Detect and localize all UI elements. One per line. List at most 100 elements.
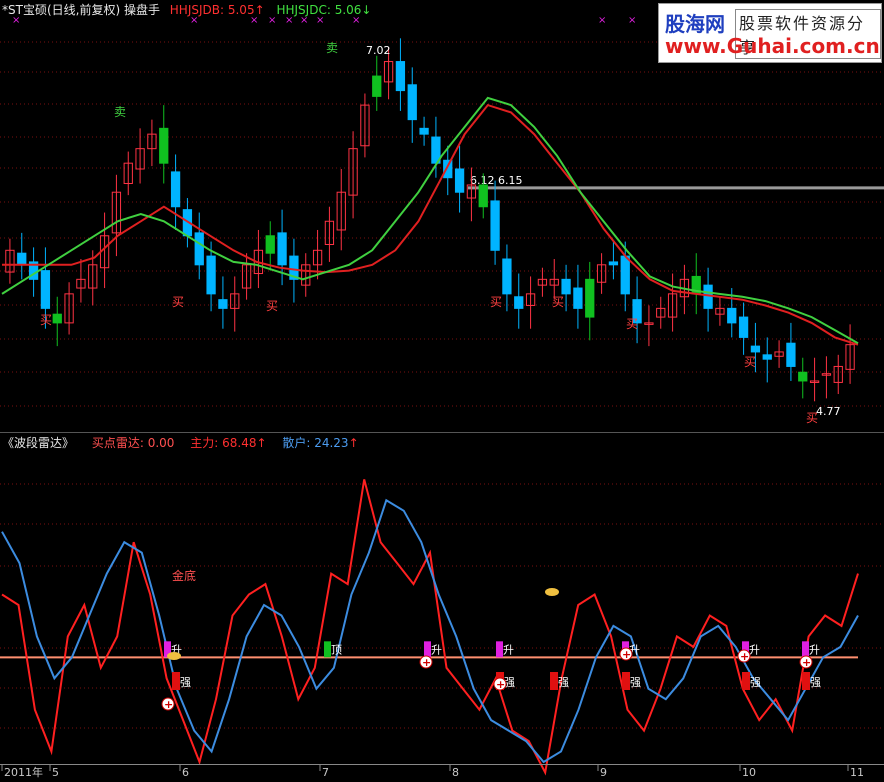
x-tick-label: 8 <box>452 766 459 778</box>
grid-lines <box>0 41 884 729</box>
strong-label: 强 <box>750 676 761 689</box>
ind2-arrow: ↓ <box>361 3 372 17</box>
retail-arrow: ↑ <box>348 436 359 450</box>
buy-mark: 买 <box>552 295 564 309</box>
retail-line <box>1 498 859 764</box>
strong-bar <box>172 672 180 690</box>
x-marker: × <box>628 15 636 26</box>
rise-label: 升 <box>749 643 760 656</box>
candle-body <box>372 75 382 97</box>
high-label: 7.02 <box>366 44 391 57</box>
rise-label: 升 <box>431 643 442 656</box>
x-tick-label: 10 <box>742 766 756 778</box>
candle-body <box>407 84 417 121</box>
top-header: *ST宝硕(日线,前复权) 操盘手 HHJSJDB: 5.05↑ HHJSJDC… <box>2 1 371 18</box>
candle-body <box>750 345 761 353</box>
buy-mark: 买 <box>172 295 184 309</box>
chart-svg: 6.12 6.15 卖卖买买买买买买买买7.024.77× × × × × × × × × × 金… <box>0 15 884 779</box>
panel-title: 《波段雷达》 <box>2 436 75 450</box>
candle-body <box>573 287 583 309</box>
main-force-arrow: ↑ <box>256 436 267 450</box>
x-tick-label: 7 <box>322 766 329 778</box>
plus-icon: + <box>496 678 505 691</box>
strong-label: 强 <box>558 676 569 689</box>
buy-mark: 买 <box>744 355 756 369</box>
candle-body <box>762 354 772 360</box>
buy-mark: 买 <box>40 313 52 327</box>
candle-body <box>478 184 488 208</box>
gold-ingot-icon <box>545 588 559 596</box>
low-label: 4.77 <box>816 405 841 418</box>
main-force-label: 主力: 68.48 <box>190 436 257 450</box>
candle-body <box>218 299 228 309</box>
strong-label: 强 <box>180 676 191 689</box>
plus-icon: + <box>422 656 431 669</box>
rise-label: 升 <box>809 643 820 656</box>
moving-averages <box>1 96 859 346</box>
plus-icon: + <box>802 656 811 669</box>
chart-stage: 6.12 6.15 卖卖买买买买买买买买 7.02 4.77 × × × × × × × × × × 金… <box>0 0 884 779</box>
candle-body <box>454 168 465 193</box>
strong-bar <box>802 672 810 690</box>
candle-body <box>265 235 275 254</box>
buy-radar-label: 买点雷达: 0.00 <box>91 436 175 450</box>
buy-mark: 买 <box>490 295 502 309</box>
bottom-header: 《波段雷达》 买点雷达: 0.00 主力: 68.48↑ 散户: 24.23↑ <box>2 434 359 451</box>
candle-body <box>620 255 630 295</box>
candle-body <box>490 200 500 251</box>
buy-mark: 买 <box>266 299 278 313</box>
sell-mark: 卖 <box>114 105 126 119</box>
candle-body <box>40 270 51 309</box>
oscillator-lines <box>0 479 859 776</box>
strong-label: 强 <box>630 676 641 689</box>
signal-bar <box>802 641 809 658</box>
candle-body <box>727 307 737 324</box>
strong-label: 强 <box>810 676 821 689</box>
watermark-logo: 股海网 <box>665 12 725 36</box>
x-tick-label: 11 <box>850 766 864 778</box>
plus-icon: + <box>164 698 173 711</box>
candle-body <box>277 232 287 266</box>
candle-body <box>17 252 27 266</box>
rise-label: 升 <box>503 643 514 656</box>
candle-body <box>419 127 429 135</box>
x-tick-label: 5 <box>52 766 59 778</box>
ind2-label: HHJSJDC: 5.06 <box>276 3 362 17</box>
candle-body <box>738 316 749 338</box>
candle-body <box>395 61 406 92</box>
candle-body <box>170 171 181 208</box>
candle-body <box>206 255 216 295</box>
oscillator-marks: 金底升顶升升升升升强强强强强强++++ + + <box>161 568 821 711</box>
x-tick-label: 9 <box>600 766 607 778</box>
retail-label: 散户: 24.23 <box>282 436 349 450</box>
x-marker: × <box>598 15 606 26</box>
ma-green-line <box>1 96 859 345</box>
x-tick-label: 6 <box>182 766 189 778</box>
candle-body <box>502 258 512 295</box>
level-line: 6.12 6.15 <box>468 174 884 190</box>
plus-icon: + <box>622 648 631 661</box>
signal-bar <box>496 641 503 658</box>
signal-bar <box>324 641 331 658</box>
x-axis: 2011年 5 6 7 8 9 10 11 <box>0 764 884 779</box>
candle-body <box>443 159 453 179</box>
signal-bar <box>424 641 431 658</box>
gold-ingot-icon <box>167 652 181 660</box>
ind1-label: HHJSJDB: 5.05 <box>169 3 255 17</box>
candle-body <box>194 232 204 266</box>
candle-body <box>561 278 571 295</box>
strong-bar <box>742 672 750 690</box>
candle-body <box>52 313 62 324</box>
gold-bottom-label: 金底 <box>172 568 196 583</box>
strong-bar <box>622 672 630 690</box>
candle-body <box>585 278 595 318</box>
plus-icon: + <box>740 650 749 663</box>
candle-body <box>798 371 808 382</box>
sell-mark: 卖 <box>326 41 338 55</box>
x-tick-label: 2011年 <box>4 765 43 778</box>
strong-bar <box>550 672 558 690</box>
main-force-line <box>1 479 859 776</box>
watermark: 股海网 股票软件资源分享 www.Guhai.com.cn <box>658 3 882 63</box>
level-label: 6.12 6.15 <box>470 174 522 187</box>
candlesticks <box>5 38 855 402</box>
